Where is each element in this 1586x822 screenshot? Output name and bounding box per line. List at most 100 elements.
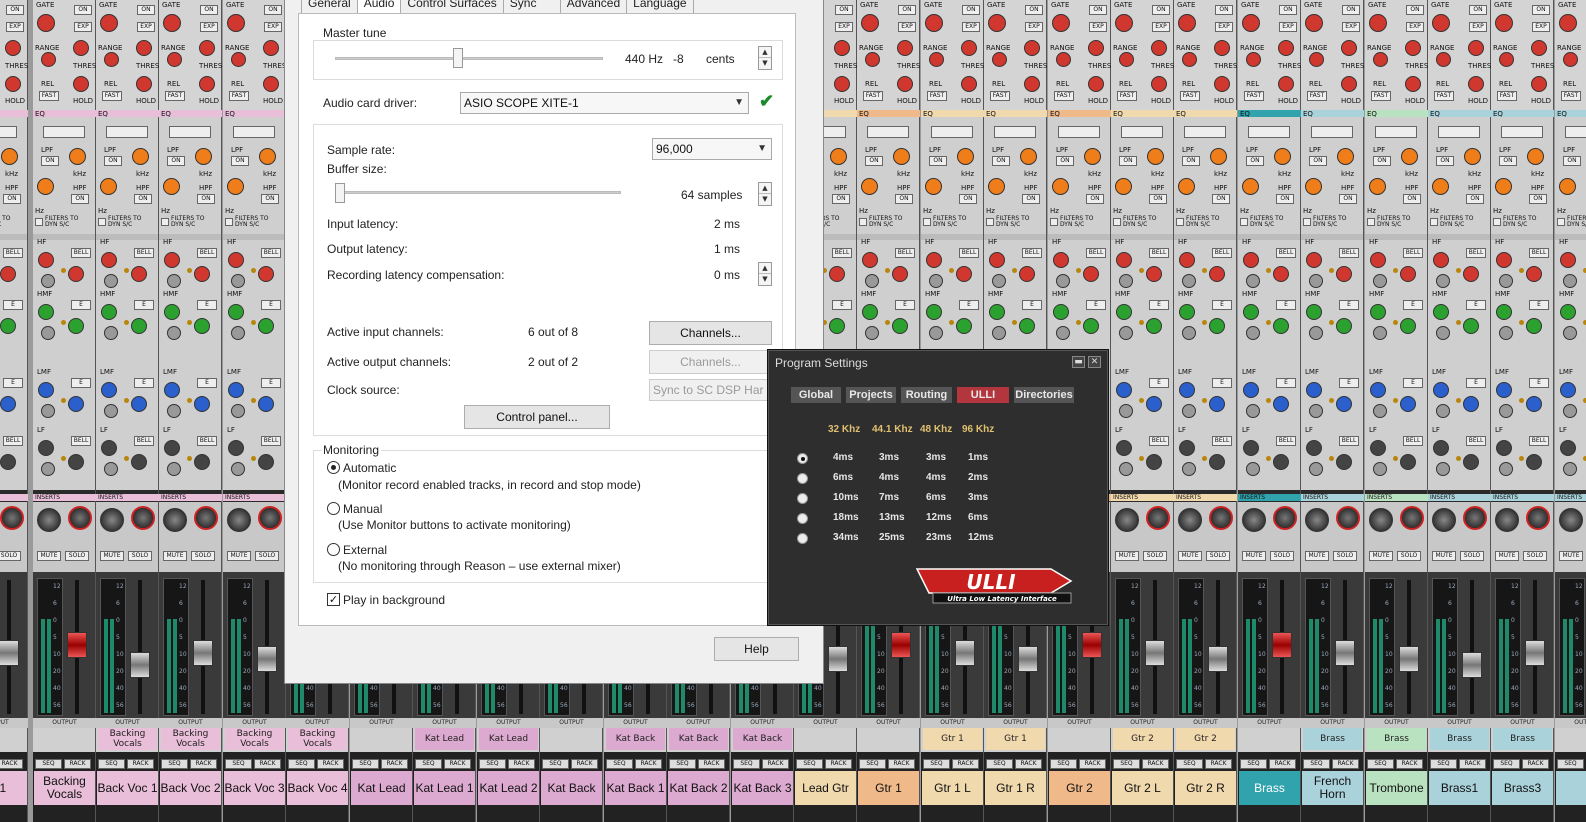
hmf-bell-button[interactable]: E	[1529, 300, 1549, 310]
hmf-gain-knob[interactable]	[1209, 318, 1225, 334]
hf-bell-button[interactable]: BELL	[1022, 248, 1042, 258]
hf-q-knob[interactable]	[1563, 274, 1577, 288]
hmf-gain-knob[interactable]	[1146, 318, 1162, 334]
lpf-freq-knob[interactable]	[1084, 148, 1101, 165]
hold-knob[interactable]	[1468, 76, 1484, 92]
seq-button[interactable]: SEQ	[542, 759, 569, 769]
thres-knob[interactable]	[992, 52, 1007, 67]
hpf-on-button[interactable]: ON	[1276, 194, 1294, 204]
hold-knob[interactable]	[5, 76, 21, 92]
hpf-freq-knob[interactable]	[861, 178, 878, 195]
fader-track[interactable]	[1470, 580, 1474, 714]
hf-bell-button[interactable]: BELL	[1339, 248, 1359, 258]
lmf-q-knob[interactable]	[104, 404, 118, 418]
hold-knob[interactable]	[1024, 76, 1040, 92]
lpf-on-button[interactable]: ON	[1309, 156, 1327, 166]
thres-knob[interactable]	[41, 52, 56, 67]
mute-button[interactable]: MUTE	[1305, 551, 1329, 561]
mute-button[interactable]: MUTE	[37, 551, 61, 561]
channel-name[interactable]: Backing Vocals	[34, 771, 95, 805]
hf-freq-knob[interactable]	[1496, 252, 1512, 268]
fast-button[interactable]: FAST	[990, 91, 1010, 101]
lf-freq-knob[interactable]	[228, 440, 244, 456]
fast-button[interactable]: FAST	[1371, 91, 1391, 101]
exp-button[interactable]: EXP	[1406, 22, 1424, 32]
lmf-q-knob[interactable]	[1436, 404, 1450, 418]
lf-gain-knob[interactable]	[1400, 454, 1416, 470]
lf-gain-knob[interactable]	[1463, 454, 1479, 470]
lmf-q-knob[interactable]	[1563, 404, 1577, 418]
filters-dyn-checkbox[interactable]	[1176, 218, 1184, 226]
seq-button[interactable]: SEQ	[98, 759, 125, 769]
lmf-q-knob[interactable]	[167, 404, 181, 418]
lmf-gain-knob[interactable]	[194, 396, 210, 412]
channel-name[interactable]: Kat Lead 2	[478, 771, 539, 805]
lmf-gain-knob[interactable]	[1526, 396, 1542, 412]
channel-name[interactable]: French Horn	[1302, 771, 1363, 805]
exp-button[interactable]: EXP	[264, 22, 282, 32]
buffer-size-slider[interactable]	[335, 183, 345, 203]
rack-button[interactable]: RACK	[1079, 759, 1106, 769]
hf-bell-button[interactable]: BELL	[959, 248, 979, 258]
pan-knob[interactable]	[163, 508, 187, 532]
range-knob[interactable]	[988, 14, 1006, 32]
exp-button[interactable]: EXP	[1279, 22, 1297, 32]
hf-gain-knob[interactable]	[956, 266, 972, 282]
release-knob[interactable]	[1151, 40, 1167, 56]
hf-freq-knob[interactable]	[1433, 252, 1449, 268]
output-group-label[interactable]	[542, 728, 601, 750]
output-group-label[interactable]: Kat Back	[606, 728, 665, 750]
hf-freq-knob[interactable]	[1116, 252, 1132, 268]
hpf-freq-knob[interactable]	[37, 178, 54, 195]
lmf-q-knob[interactable]	[1499, 404, 1513, 418]
seq-button[interactable]: SEQ	[161, 759, 188, 769]
pan-knob[interactable]	[1559, 508, 1583, 532]
mute-button[interactable]: MUTE	[1369, 551, 1393, 561]
filters-dyn-checkbox[interactable]	[923, 218, 931, 226]
hmf-freq-knob[interactable]	[1433, 304, 1449, 320]
tab-sync[interactable]: Sync	[502, 0, 561, 14]
release-knob[interactable]	[1468, 40, 1484, 56]
lmf-freq-knob[interactable]	[228, 382, 244, 398]
hf-q-knob[interactable]	[1246, 274, 1260, 288]
lpf-on-button[interactable]: ON	[1563, 156, 1581, 166]
lf-q-knob[interactable]	[1373, 462, 1387, 476]
buffer-size-spinner[interactable]: ▲ ▼	[758, 182, 772, 206]
hmf-gain-knob[interactable]	[1336, 318, 1352, 334]
gate-on-button[interactable]: ON	[962, 5, 980, 15]
output-group-label[interactable]: Brass	[1430, 728, 1489, 750]
hmf-bell-button[interactable]: E	[71, 300, 91, 310]
range-knob[interactable]	[1242, 14, 1260, 32]
output-group-label[interactable]	[1050, 728, 1109, 750]
width-knob[interactable]	[258, 506, 282, 530]
rack-button[interactable]: RACK	[508, 759, 535, 769]
output-group-label[interactable]	[796, 728, 855, 750]
exp-button[interactable]: EXP	[6, 22, 24, 32]
clock-source-select[interactable]: Sync to SC DSP Har	[649, 379, 772, 401]
hold-knob[interactable]	[897, 76, 913, 92]
pan-knob[interactable]	[1305, 508, 1329, 532]
channel-name[interactable]: Gtr 2 L	[1112, 771, 1173, 805]
hmf-bell-button[interactable]: E	[1149, 300, 1169, 310]
hf-freq-knob[interactable]	[38, 252, 54, 268]
solo-button[interactable]: SOLO	[1333, 551, 1357, 561]
fast-button[interactable]: FAST	[1307, 91, 1327, 101]
lf-q-knob[interactable]	[1182, 462, 1196, 476]
lpf-freq-knob[interactable]	[1274, 148, 1291, 165]
hmf-freq-knob[interactable]	[862, 304, 878, 320]
hmf-q-knob[interactable]	[1056, 326, 1070, 340]
sample-rate-select[interactable]: 96,000 ▼	[652, 138, 772, 160]
output-group-label[interactable]: Kat Lead	[479, 728, 538, 750]
seq-button[interactable]: SEQ	[225, 759, 252, 769]
hpf-on-button[interactable]: ON	[1466, 194, 1484, 204]
master-tune-slider[interactable]	[453, 48, 463, 68]
channel-name[interactable]: al 1	[0, 771, 27, 805]
hpf-freq-knob[interactable]	[1559, 178, 1576, 195]
filters-dyn-checkbox[interactable]	[1240, 218, 1248, 226]
hf-gain-knob[interactable]	[1463, 266, 1479, 282]
hf-gain-knob[interactable]	[0, 266, 16, 282]
hf-bell-button[interactable]: BELL	[832, 248, 852, 258]
seq-button[interactable]: SEQ	[1367, 759, 1394, 769]
fast-button[interactable]: FAST	[1244, 91, 1264, 101]
exp-button[interactable]: EXP	[137, 22, 155, 32]
